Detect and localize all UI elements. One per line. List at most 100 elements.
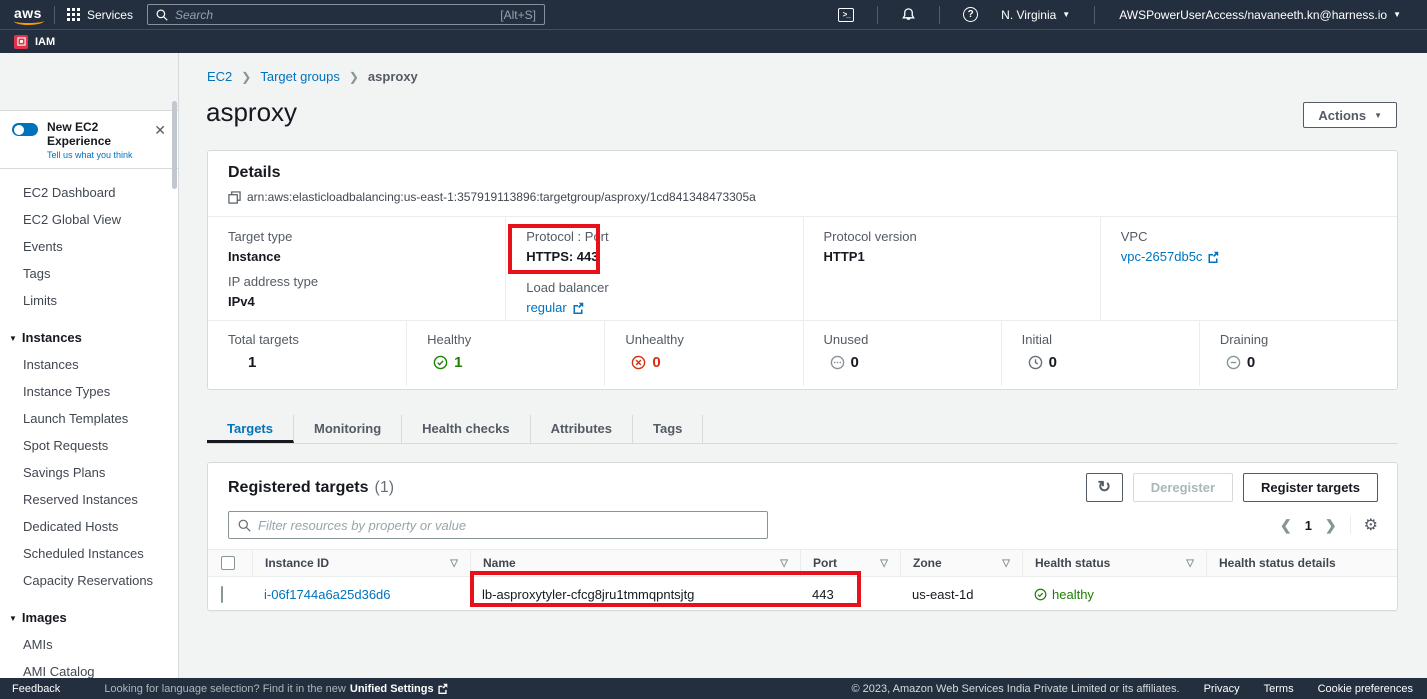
tab-monitoring[interactable]: Monitoring [294,415,402,443]
target-group-tabs: Targets Monitoring Health checks Attribu… [207,415,1398,444]
check-circle-icon [433,355,448,370]
unused-value: 0 [851,354,859,371]
sidebar-scrollbar[interactable] [172,101,177,189]
divider [1350,516,1351,534]
column-name: Name [483,556,516,570]
ip-address-type-value: IPv4 [228,294,485,309]
sort-icon[interactable]: ▽ [1002,558,1010,569]
unified-settings-link[interactable]: Unified Settings [350,683,448,695]
vpc-link[interactable]: vpc-2657db5c [1121,249,1377,264]
notifications-button[interactable] [890,7,927,22]
sidebar-item-launch-templates[interactable]: Launch Templates [0,405,178,432]
ip-address-type-label: IP address type [228,274,485,289]
chevron-down-icon: ▼ [1374,111,1382,120]
privacy-link[interactable]: Privacy [1204,683,1240,695]
sidebar-nav-list: EC2 Dashboard EC2 Global View Events Tag… [0,169,178,699]
search-input[interactable] [175,8,493,22]
current-page-number[interactable]: 1 [1305,518,1312,533]
bell-icon [901,7,916,22]
account-menu[interactable]: AWSPowerUserAccess/navaneeth.kn@harness.… [1107,8,1413,22]
initial-label: Initial [1022,332,1199,347]
breadcrumb-ec2[interactable]: EC2 [207,69,232,84]
tab-attributes[interactable]: Attributes [531,415,633,443]
sidebar-item-limits[interactable]: Limits [0,287,178,314]
new-experience-toggle[interactable] [12,123,38,136]
cookie-preferences-link[interactable]: Cookie preferences [1318,683,1413,695]
breadcrumb: EC2 ❯ Target groups ❯ asproxy [207,69,418,84]
ellipsis-circle-icon [830,355,845,370]
column-health-status: Health status [1035,556,1110,570]
tell-us-link[interactable]: Tell us what you think [47,150,145,160]
help-button[interactable]: ? [952,7,989,22]
registered-targets-panel: Registered targets (1) ↻ Deregister Regi… [207,462,1398,611]
sidebar-item-savings-plans[interactable]: Savings Plans [0,459,178,486]
sidebar-item-tags[interactable]: Tags [0,260,178,287]
divider [1094,6,1095,24]
row-checkbox[interactable] [221,586,223,603]
sort-icon[interactable]: ▽ [880,558,888,569]
region-selector[interactable]: N. Virginia ▼ [989,8,1082,22]
sidebar-item-dedicated-hosts[interactable]: Dedicated Hosts [0,513,178,540]
sidebar-section-images[interactable]: ▼Images [0,603,178,631]
health-status-cell: healthy [1022,587,1206,602]
filter-input-box[interactable] [228,511,768,539]
total-targets-label: Total targets [228,332,406,347]
terms-link[interactable]: Terms [1264,683,1294,695]
tab-targets[interactable]: Targets [207,415,294,443]
clock-icon [1028,355,1043,370]
feedback-link[interactable]: Feedback [12,683,60,695]
previous-page-icon[interactable]: ❮ [1280,517,1292,534]
account-label: AWSPowerUserAccess/navaneeth.kn@harness.… [1119,8,1387,22]
sidebar-item-spot-requests[interactable]: Spot Requests [0,432,178,459]
minus-circle-icon [1226,355,1241,370]
refresh-button[interactable]: ↻ [1086,473,1123,502]
sidebar-item-reserved-instances[interactable]: Reserved Instances [0,486,178,513]
breadcrumb-target-groups[interactable]: Target groups [260,69,340,84]
register-targets-button[interactable]: Register targets [1243,473,1378,502]
global-search[interactable]: [Alt+S] [147,4,545,25]
initial-value: 0 [1049,354,1057,371]
aws-logo[interactable]: aws [14,5,42,25]
search-icon [238,519,251,532]
sidebar-item-ec2-global-view[interactable]: EC2 Global View [0,206,178,233]
sidebar-item-instance-types[interactable]: Instance Types [0,378,178,405]
new-experience-box: New EC2 Experience Tell us what you thin… [0,110,178,169]
sidebar-item-instances[interactable]: Instances [0,351,178,378]
sort-icon[interactable]: ▽ [450,558,458,569]
cloudshell-button[interactable]: >_ [827,8,865,22]
table-settings-gear-icon[interactable]: ⚙ [1364,515,1378,535]
tab-health-checks[interactable]: Health checks [402,415,530,443]
unused-label: Unused [824,332,1001,347]
sidebar-section-instances[interactable]: ▼Instances [0,323,178,351]
instance-id-link[interactable]: i-06f1744a6a25d36d6 [264,587,391,602]
sort-icon[interactable]: ▽ [780,558,788,569]
target-port-cell: 443 [800,587,900,602]
select-all-checkbox[interactable] [221,556,235,570]
column-health-status-details: Health status details [1219,556,1336,570]
next-page-icon[interactable]: ❯ [1325,517,1337,534]
favorite-iam-link[interactable]: IAM [35,36,55,48]
cloudshell-icon: >_ [838,8,854,22]
load-balancer-link[interactable]: regular [526,300,782,315]
draining-value: 0 [1247,354,1255,371]
target-name-cell: lb-asproxytyler-cfcg8jru1tmmqpntsjtg [470,587,800,602]
tab-tags[interactable]: Tags [633,415,703,443]
target-type-value: Instance [228,249,485,264]
chevron-down-icon: ▼ [1393,10,1401,19]
protocol-version-label: Protocol version [824,229,1080,244]
healthy-value: 1 [454,354,462,371]
sidebar-item-events[interactable]: Events [0,233,178,260]
sidebar-item-amis[interactable]: AMIs [0,631,178,658]
filter-input[interactable] [258,518,758,533]
deregister-button[interactable]: Deregister [1133,473,1233,502]
sort-icon[interactable]: ▽ [1186,558,1194,569]
sidebar-item-capacity-reservations[interactable]: Capacity Reservations [0,567,178,594]
close-icon[interactable]: ✕ [154,120,168,139]
copy-icon[interactable] [228,191,241,204]
services-menu-button[interactable]: Services [67,8,133,22]
external-link-icon [1207,251,1219,263]
divider [54,6,55,24]
sidebar-item-scheduled-instances[interactable]: Scheduled Instances [0,540,178,567]
sidebar-item-ec2-dashboard[interactable]: EC2 Dashboard [0,179,178,206]
actions-button[interactable]: Actions▼ [1303,102,1397,128]
